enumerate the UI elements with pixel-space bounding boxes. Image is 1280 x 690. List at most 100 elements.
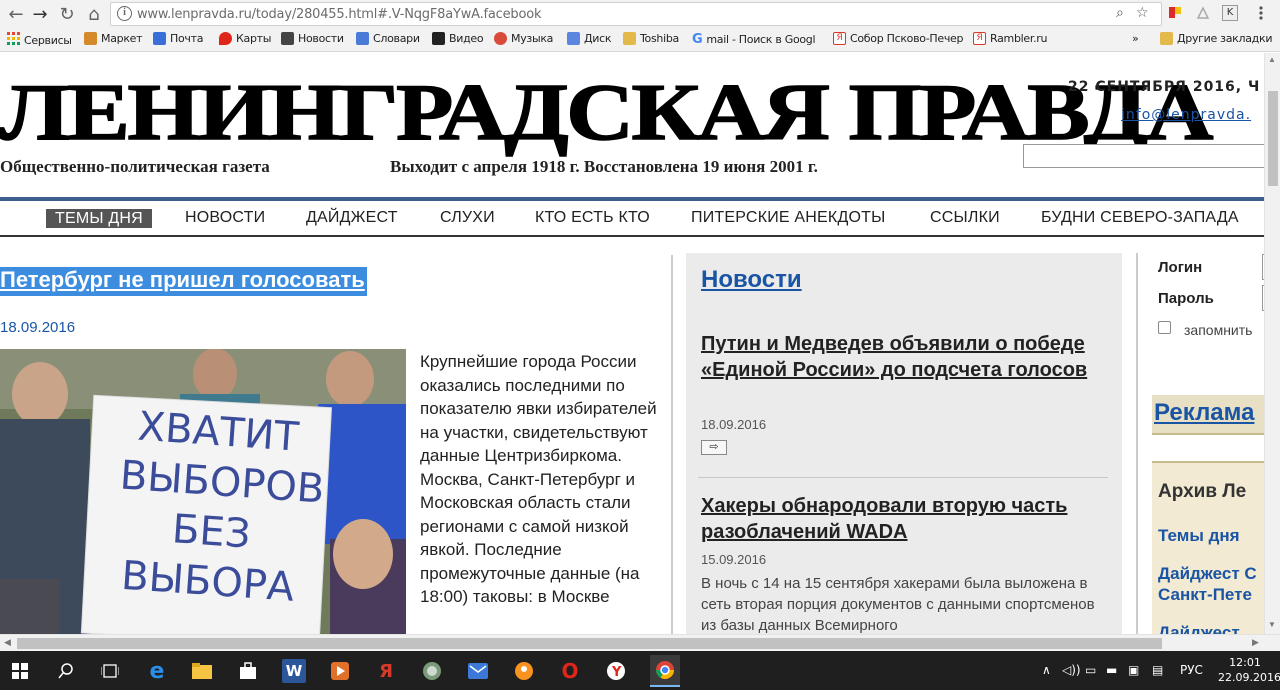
nav-item-links[interactable]: ССЫЛКИ — [930, 209, 1000, 227]
odnoklassniki-icon[interactable] — [512, 659, 536, 683]
news-column: Новости Путин и Медведев объявили о побе… — [686, 253, 1122, 634]
word-icon[interactable]: W — [282, 659, 306, 683]
keyboard-icon[interactable]: ▬ — [1106, 663, 1117, 677]
email-link[interactable]: info@lenpravda. — [1121, 107, 1251, 123]
scroll-up-icon[interactable]: ▲ — [1268, 55, 1276, 64]
dictionary-icon — [356, 32, 369, 45]
scroll-down-icon[interactable]: ▼ — [1268, 620, 1276, 629]
horizontal-scroll-thumb[interactable] — [17, 638, 1162, 649]
windows-start-icon[interactable] — [8, 659, 32, 683]
news-item-date: 18.09.2016 — [701, 417, 767, 432]
scroll-right-icon[interactable]: ▶ — [1252, 637, 1259, 648]
app-circle-icon[interactable] — [420, 659, 444, 683]
main-nav: ТЕМЫ ДНЯ НОВОСТИ ДАЙДЖЕСТ СЛУХИ КТО ЕСТЬ… — [0, 201, 1264, 237]
horizontal-scrollbar[interactable]: ◀ ▶ — [0, 634, 1280, 651]
archive-item-digest-2[interactable]: Дайджест — [1158, 622, 1240, 634]
address-bar[interactable]: i www.lenpravda.ru/today/280455.html#.V-… — [110, 2, 1162, 26]
zoom-icon[interactable]: ⌕ — [1116, 5, 1124, 21]
bookmark-other[interactable]: Другие закладки — [1160, 32, 1272, 45]
bookmarks-overflow-button[interactable]: » — [1132, 32, 1139, 45]
bookmark-dictionaries[interactable]: Словари — [356, 32, 420, 45]
reload-icon[interactable]: ↻ — [55, 2, 79, 26]
archive-heading: Архив Ле — [1158, 481, 1247, 502]
tray-expand-icon[interactable]: ∧ — [1042, 663, 1051, 677]
chrome-icon[interactable] — [650, 655, 680, 687]
bookmark-sobor[interactable]: Я Собор Псково-Печер — [833, 32, 963, 45]
search-icon[interactable] — [54, 659, 78, 683]
explorer-folder-icon[interactable] — [190, 659, 214, 683]
extension-icon[interactable] — [1195, 5, 1211, 21]
info-icon[interactable]: i — [117, 6, 132, 21]
remember-checkbox[interactable] — [1158, 321, 1171, 334]
yandex-browser-icon[interactable]: Я — [374, 659, 398, 683]
remember-label: запомнить — [1184, 322, 1253, 338]
article-photo: ХВАТИТ ВЫБОРОВ БЕЗ ВЫБОРА — [0, 349, 406, 634]
edge-icon[interactable]: e — [145, 659, 169, 684]
archive-box: Архив Ле Темы дня Дайджест С Санкт-Пете … — [1152, 461, 1264, 634]
language-indicator[interactable]: РУС — [1180, 663, 1203, 677]
news-item-date: 15.09.2016 — [701, 552, 767, 567]
masthead-since: Выходит с апреля 1918 г. Восстановлена 1… — [390, 157, 818, 176]
vertical-scroll-thumb[interactable] — [1268, 91, 1278, 186]
music-icon — [494, 32, 507, 45]
disk-icon — [567, 32, 580, 45]
bookmark-google-mail-search[interactable]: Gmail - Поиск в Googl — [692, 32, 816, 47]
menu-icon[interactable] — [1253, 5, 1269, 21]
newspaper-masthead[interactable]: ЛЕНИНГРАДСКАЯ ПРАВДА — [0, 72, 1214, 154]
yandex-icon: Я — [833, 32, 846, 45]
vertical-scrollbar[interactable]: ▲ ▼ — [1264, 53, 1280, 634]
home-icon[interactable]: ⌂ — [82, 2, 106, 26]
mail-icon — [153, 32, 166, 45]
archive-item-digest[interactable]: Дайджест С — [1158, 563, 1257, 584]
mail-app-icon[interactable] — [466, 659, 490, 683]
bookmark-market[interactable]: Маркет — [84, 32, 143, 45]
k-extension-icon[interactable]: K — [1222, 5, 1238, 21]
bookmark-maps[interactable]: Карты — [219, 32, 271, 45]
news-heading[interactable]: Новости — [701, 266, 802, 294]
video-play-icon — [432, 32, 445, 45]
news-item-title[interactable]: Хакеры обнародовали вторую часть разобла… — [701, 493, 1111, 545]
store-icon[interactable] — [236, 659, 260, 683]
scroll-left-icon[interactable]: ◀ — [4, 637, 11, 648]
bookmark-music[interactable]: Музыка — [494, 32, 553, 45]
news-item-title[interactable]: Путин и Медведев объявили о победе «Един… — [701, 331, 1111, 383]
bookmark-rambler[interactable]: Я Rambler.ru — [973, 32, 1047, 45]
bookmark-flag-extension-icon[interactable] — [1167, 5, 1183, 21]
bookmark-news[interactable]: Новости — [281, 32, 344, 45]
search-input[interactable] — [1023, 144, 1264, 168]
bookmark-disk[interactable]: Диск — [567, 32, 612, 45]
archive-item-themes[interactable]: Темы дня — [1158, 525, 1240, 546]
news-separator — [698, 477, 1108, 478]
opera-icon[interactable]: O — [558, 659, 582, 683]
task-view-icon[interactable] — [98, 659, 122, 683]
bookmark-mail[interactable]: Почта — [153, 32, 203, 45]
battery-icon[interactable]: ▭ — [1085, 663, 1096, 677]
nav-item-who-is-who[interactable]: КТО ЕСТЬ КТО — [535, 209, 650, 227]
forward-icon[interactable]: → — [28, 2, 52, 26]
login-label: Логин — [1158, 259, 1203, 276]
archive-item-spb[interactable]: Санкт-Пете — [1158, 584, 1252, 605]
nav-item-news[interactable]: НОВОСТИ — [185, 209, 265, 227]
volume-icon[interactable]: ◁)) — [1062, 663, 1081, 677]
news-item-text: В ночь с 14 на 15 сентября хакерами была… — [701, 575, 1095, 634]
yandex-icon[interactable]: Y — [604, 659, 628, 683]
nav-item-digest[interactable]: ДАЙДЖЕСТ — [306, 209, 398, 227]
back-icon[interactable]: ← — [4, 2, 28, 26]
network-icon[interactable]: ▣ — [1128, 663, 1139, 677]
read-more-arrow-icon[interactable]: ⇨ — [701, 440, 727, 455]
ads-heading[interactable]: Реклама — [1154, 399, 1254, 427]
clock-date: 22.09.2016 — [1218, 671, 1280, 684]
taskbar-clock[interactable]: 12:01 22.09.2016 — [1218, 655, 1280, 685]
bookmark-toshiba[interactable]: Toshiba — [623, 32, 679, 45]
nav-item-themes[interactable]: ТЕМЫ ДНЯ — [46, 209, 152, 228]
nav-item-northwest[interactable]: БУДНИ СЕВЕРО-ЗАПАДА — [1041, 209, 1239, 227]
bookmark-services[interactable]: Сервисы — [7, 32, 72, 48]
star-icon[interactable]: ☆ — [1136, 5, 1149, 21]
url-text[interactable]: www.lenpravda.ru/today/280455.html#.V-Nq… — [137, 7, 542, 22]
bookmark-video[interactable]: Видео — [432, 32, 484, 45]
media-player-icon[interactable] — [328, 659, 352, 683]
article-title[interactable]: Петербург не пришел голосовать — [0, 267, 367, 296]
nav-item-anecdotes[interactable]: ПИТЕРСКИЕ АНЕКДОТЫ — [691, 209, 885, 227]
notifications-icon[interactable]: ▤ — [1152, 663, 1163, 677]
nav-item-rumors[interactable]: СЛУХИ — [440, 209, 495, 227]
